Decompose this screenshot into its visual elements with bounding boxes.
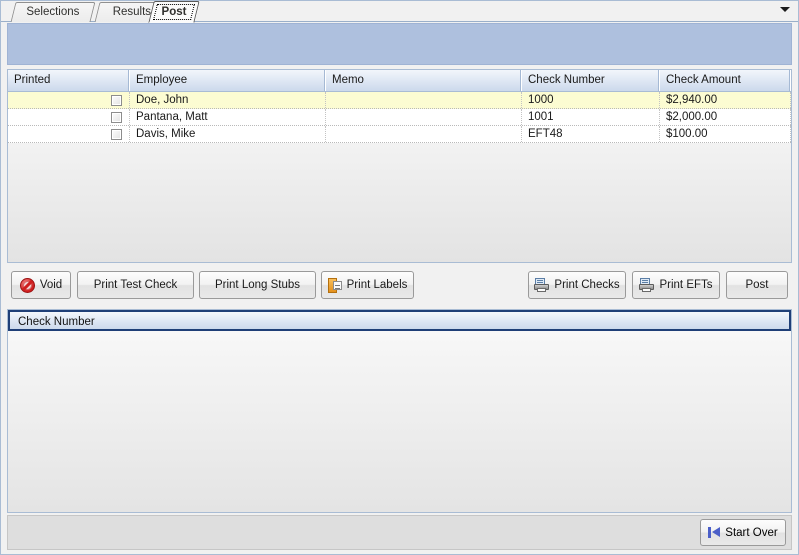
printed-cell[interactable] <box>8 109 130 125</box>
column-header-employee[interactable]: Employee <box>130 70 326 91</box>
post-checks-window: Selections Results Post Printed Employee… <box>0 0 799 555</box>
footer-bar: Start Over <box>7 515 792 550</box>
printed-checkbox[interactable] <box>111 128 122 140</box>
tab-selections[interactable]: Selections <box>10 2 96 22</box>
printed-checkbox[interactable] <box>111 94 122 106</box>
lower-column-header-check-number[interactable]: Check Number <box>8 310 791 331</box>
table-row[interactable]: Pantana, Matt 1001 $2,000.00 <box>8 109 791 126</box>
column-header-check-amount[interactable]: Check Amount <box>660 70 791 91</box>
print-labels-button[interactable]: Print Labels <box>321 271 414 299</box>
table-row[interactable]: Davis, Mike EFT48 $100.00 <box>8 126 791 143</box>
column-header-memo[interactable]: Memo <box>326 70 522 91</box>
memo-cell <box>326 109 522 125</box>
print-efts-label: Print EFTs <box>659 279 713 291</box>
printer-icon <box>534 278 550 292</box>
checks-grid: Printed Employee Memo Check Number Check… <box>7 69 792 263</box>
chevron-down-icon[interactable] <box>780 7 790 12</box>
print-test-check-label: Print Test Check <box>93 279 178 291</box>
action-button-bar: Void Print Test Check Print Long Stubs P… <box>7 269 792 305</box>
memo-cell <box>326 126 522 142</box>
tab-post[interactable]: Post <box>148 1 200 23</box>
printed-cell[interactable] <box>8 126 130 142</box>
tab-strip: Selections Results Post <box>1 1 798 23</box>
start-over-label: Start Over <box>725 526 778 539</box>
printed-cell[interactable] <box>8 92 130 108</box>
column-header-check-number[interactable]: Check Number <box>522 70 660 91</box>
check-number-cell: 1001 <box>522 109 660 125</box>
label-icon <box>327 277 342 293</box>
check-number-panel: Check Number <box>7 309 792 513</box>
check-number-cell: 1000 <box>522 92 660 108</box>
post-button[interactable]: Post <box>726 271 788 299</box>
print-test-check-button[interactable]: Print Test Check <box>77 271 194 299</box>
employee-cell: Davis, Mike <box>130 126 326 142</box>
print-long-stubs-button[interactable]: Print Long Stubs <box>199 271 316 299</box>
print-checks-button[interactable]: Print Checks <box>528 271 626 299</box>
column-header-printed[interactable]: Printed <box>8 70 130 91</box>
tab-selections-label: Selections <box>26 6 80 18</box>
checks-grid-body: Doe, John 1000 $2,940.00 Pantana, Matt 1… <box>8 92 791 143</box>
printer-icon <box>639 278 655 292</box>
check-amount-cell: $2,000.00 <box>660 109 791 125</box>
check-number-cell: EFT48 <box>522 126 660 142</box>
table-row[interactable]: Doe, John 1000 $2,940.00 <box>8 92 791 109</box>
checks-grid-header: Printed Employee Memo Check Number Check… <box>8 70 791 92</box>
print-labels-label: Print Labels <box>346 279 408 291</box>
print-efts-button[interactable]: Print EFTs <box>632 271 720 299</box>
printed-checkbox[interactable] <box>111 111 122 123</box>
start-over-button[interactable]: Start Over <box>700 519 786 546</box>
void-button-label: Void <box>39 279 63 291</box>
banner-area <box>7 23 792 65</box>
check-amount-cell: $2,940.00 <box>660 92 791 108</box>
employee-cell: Pantana, Matt <box>130 109 326 125</box>
print-checks-label: Print Checks <box>554 279 620 291</box>
print-long-stubs-label: Print Long Stubs <box>214 279 301 291</box>
memo-cell <box>326 92 522 108</box>
void-icon <box>19 277 35 293</box>
void-button[interactable]: Void <box>11 271 71 299</box>
post-button-label: Post <box>745 279 769 291</box>
tab-post-label: Post <box>161 6 187 18</box>
employee-cell: Doe, John <box>130 92 326 108</box>
check-amount-cell: $100.00 <box>660 126 791 142</box>
skip-to-start-icon <box>708 527 721 538</box>
